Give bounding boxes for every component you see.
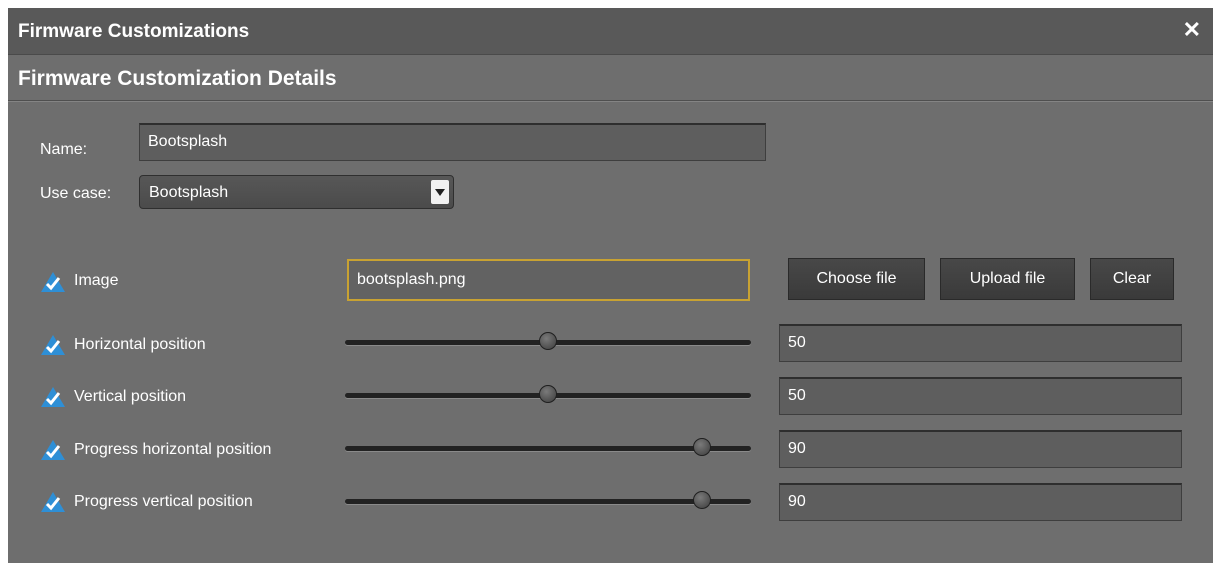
image-label: Image xyxy=(74,272,119,289)
progress-vertical-position-slider[interactable] xyxy=(345,490,751,512)
horizontal-position-input[interactable]: 50 xyxy=(779,324,1182,362)
progress-horizontal-position-label: Progress horizontal position xyxy=(74,441,272,458)
slider-track xyxy=(345,446,751,451)
use-case-select[interactable]: Bootsplash xyxy=(139,175,454,209)
slider-thumb[interactable] xyxy=(539,385,557,403)
vertical-position-slider[interactable] xyxy=(345,384,751,406)
vertical-position-label: Vertical position xyxy=(74,388,187,405)
dialog-title: Firmware Customizations xyxy=(18,21,250,42)
progress-vertical-position-input[interactable]: 90 xyxy=(779,483,1182,521)
check-icon xyxy=(41,440,65,460)
upload-file-button[interactable]: Upload file xyxy=(940,258,1075,300)
progress-horizontal-position-input[interactable]: 90 xyxy=(779,430,1182,468)
horizontal-position-slider[interactable] xyxy=(345,331,751,353)
clear-button[interactable]: Clear xyxy=(1090,258,1174,300)
slider-thumb[interactable] xyxy=(693,491,712,509)
progress-vertical-position-label: Progress vertical position xyxy=(74,493,253,510)
slider-thumb[interactable] xyxy=(539,332,557,350)
image-file-input[interactable]: bootsplash.png xyxy=(347,259,750,301)
check-icon xyxy=(41,272,65,292)
use-case-selected-value: Bootsplash xyxy=(149,184,229,201)
check-icon xyxy=(41,387,65,407)
chevron-down-icon[interactable] xyxy=(431,180,449,204)
name-input[interactable]: Bootsplash xyxy=(139,123,766,161)
section-divider xyxy=(8,100,1213,102)
section-title: Firmware Customization Details xyxy=(18,67,337,90)
choose-file-button[interactable]: Choose file xyxy=(788,258,925,300)
check-icon xyxy=(41,492,65,512)
progress-horizontal-position-slider[interactable] xyxy=(345,437,751,459)
dialog-titlebar: Firmware Customizations ✕ xyxy=(8,8,1213,55)
use-case-label: Use case: xyxy=(40,185,112,202)
check-icon xyxy=(41,335,65,355)
vertical-position-input[interactable]: 50 xyxy=(779,377,1182,415)
name-label: Name: xyxy=(40,141,88,158)
slider-thumb[interactable] xyxy=(693,438,712,456)
close-icon[interactable]: ✕ xyxy=(1183,17,1201,43)
firmware-customizations-dialog: Firmware Customizations ✕ Firmware Custo… xyxy=(8,8,1213,563)
horizontal-position-label: Horizontal position xyxy=(74,336,206,353)
slider-track xyxy=(345,499,751,504)
